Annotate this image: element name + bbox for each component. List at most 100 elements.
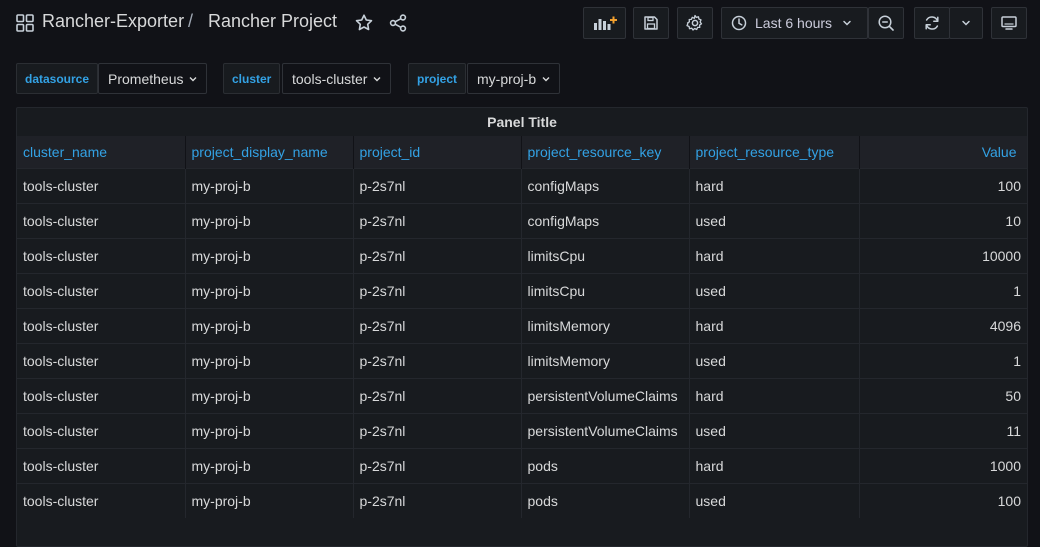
variable-value: Prometheus <box>108 70 184 87</box>
table-row: tools-cluster my-proj-b p-2s7nl limitsCpu us… <box>17 273 1027 309</box>
column-header-project-display-name[interactable]: project_display_name <box>185 136 354 169</box>
cell-project-id: p-2s7nl <box>353 413 522 449</box>
cell-project-id: p-2s7nl <box>353 203 522 239</box>
dashboard-settings-button[interactable] <box>677 7 713 39</box>
table-row: tools-cluster my-proj-b p-2s7nl limitsMemor… <box>17 343 1027 379</box>
cell-value: 1 <box>859 273 1027 309</box>
cell-project-id: p-2s7nl <box>353 378 522 414</box>
table-row: tools-cluster my-proj-b p-2s7nl persistentV… <box>17 413 1027 449</box>
variable-value: my-proj-b <box>477 70 537 87</box>
table-row: tools-cluster my-proj-b p-2s7nl configMaps u… <box>17 203 1027 239</box>
dashboard-navbar: Rancher-Exporter / Rancher Project Last … <box>0 0 1040 46</box>
table-row: tools-cluster my-proj-b p-2s7nl limitsMemor… <box>17 308 1027 344</box>
column-header-project-resource-key[interactable]: project_resource_key <box>521 136 690 169</box>
data-table: cluster_name project_display_name projec… <box>17 136 1027 518</box>
variable-select-project[interactable]: my-proj-b <box>467 63 561 94</box>
cell-project-display-name: my-proj-b <box>185 448 354 484</box>
table-row: tools-cluster my-proj-b p-2s7nl configMaps h… <box>17 168 1027 204</box>
time-range-picker[interactable]: Last 6 hours <box>721 7 868 39</box>
add-panel-button[interactable] <box>583 7 626 39</box>
zoom-out-button[interactable] <box>868 7 904 39</box>
refresh-button[interactable] <box>914 7 950 39</box>
breadcrumb-folder-link[interactable]: Rancher-Exporter <box>42 11 184 32</box>
cell-cluster-name: tools-cluster <box>17 448 186 484</box>
table-body: tools-cluster my-proj-b p-2s7nl configMaps h… <box>17 168 1027 518</box>
cell-project-resource-type: hard <box>689 308 860 344</box>
cell-project-display-name: my-proj-b <box>185 378 354 414</box>
share-icon[interactable] <box>388 13 408 33</box>
chevron-down-icon <box>542 76 550 81</box>
cell-project-resource-type: hard <box>689 168 860 204</box>
cell-project-resource-type: used <box>689 413 860 449</box>
chevron-down-icon <box>962 20 970 26</box>
table-row: tools-cluster my-proj-b p-2s7nl persistentV… <box>17 378 1027 414</box>
cell-project-resource-key: pods <box>521 483 690 518</box>
chevron-down-icon <box>189 76 197 81</box>
variable-label-datasource: datasource <box>16 63 99 94</box>
cell-project-id: p-2s7nl <box>353 273 522 309</box>
variable-select-cluster[interactable]: tools-cluster <box>282 63 392 94</box>
breadcrumb-separator: / <box>188 11 194 31</box>
cell-cluster-name: tools-cluster <box>17 413 186 449</box>
cell-cluster-name: tools-cluster <box>17 483 186 518</box>
cell-value: 10 <box>859 203 1027 239</box>
cell-project-id: p-2s7nl <box>353 448 522 484</box>
cell-project-resource-key: limitsMemory <box>521 308 690 344</box>
cell-cluster-name: tools-cluster <box>17 378 186 414</box>
save-dashboard-button[interactable] <box>633 7 669 39</box>
cell-value: 10000 <box>859 238 1027 274</box>
cell-project-resource-key: limitsCpu <box>521 238 690 274</box>
refresh-interval-dropdown[interactable] <box>949 7 983 39</box>
cell-cluster-name: tools-cluster <box>17 343 186 379</box>
cell-value: 100 <box>859 483 1027 518</box>
cell-project-resource-key: pods <box>521 448 690 484</box>
cell-project-id: p-2s7nl <box>353 308 522 344</box>
cell-project-display-name: my-proj-b <box>185 413 354 449</box>
column-header-value[interactable]: Value <box>859 136 1027 169</box>
cell-project-resource-type: hard <box>689 448 860 484</box>
cell-project-display-name: my-proj-b <box>185 308 354 344</box>
cell-cluster-name: tools-cluster <box>17 203 186 239</box>
cell-project-resource-key: configMaps <box>521 203 690 239</box>
tv-mode-icon <box>1001 16 1017 30</box>
table-row: tools-cluster my-proj-b p-2s7nl pods hard 100… <box>17 448 1027 484</box>
table-header-row: cluster_name project_display_name projec… <box>17 136 1027 169</box>
zoom-out-icon <box>878 15 894 31</box>
cell-project-resource-type: used <box>689 273 860 309</box>
cell-value: 50 <box>859 378 1027 414</box>
cell-value: 1 <box>859 343 1027 379</box>
star-icon[interactable] <box>354 13 374 33</box>
cell-project-display-name: my-proj-b <box>185 203 354 239</box>
panel-title[interactable]: Panel Title <box>17 108 1027 136</box>
cell-project-display-name: my-proj-b <box>185 343 354 379</box>
cell-project-resource-type: hard <box>689 378 860 414</box>
cell-project-id: p-2s7nl <box>353 483 522 518</box>
cell-value: 1000 <box>859 448 1027 484</box>
table-row: tools-cluster my-proj-b p-2s7nl limitsCpu ha… <box>17 238 1027 274</box>
cell-project-display-name: my-proj-b <box>185 483 354 518</box>
refresh-icon <box>925 16 939 30</box>
cell-project-display-name: my-proj-b <box>185 238 354 274</box>
cell-project-resource-key: persistentVolumeClaims <box>521 378 690 414</box>
cell-value: 100 <box>859 168 1027 204</box>
variable-value: tools-cluster <box>292 70 368 87</box>
gear-icon <box>686 14 703 31</box>
cell-project-resource-key: configMaps <box>521 168 690 204</box>
dashboard-title[interactable]: Rancher Project <box>208 11 337 32</box>
chevron-down-icon <box>373 76 381 81</box>
cell-project-resource-key: limitsMemory <box>521 343 690 379</box>
tv-mode-button[interactable] <box>991 7 1027 39</box>
cell-project-resource-type: used <box>689 343 860 379</box>
cell-value: 4096 <box>859 308 1027 344</box>
apps-grid-icon[interactable] <box>16 14 34 32</box>
cell-cluster-name: tools-cluster <box>17 273 186 309</box>
cell-project-resource-key: persistentVolumeClaims <box>521 413 690 449</box>
cell-project-id: p-2s7nl <box>353 168 522 204</box>
column-header-project-resource-type[interactable]: project_resource_type <box>689 136 860 169</box>
cell-project-display-name: my-proj-b <box>185 273 354 309</box>
variable-select-datasource[interactable]: Prometheus <box>98 63 208 94</box>
cell-project-resource-type: used <box>689 483 860 518</box>
column-header-cluster-name[interactable]: cluster_name <box>17 136 186 169</box>
cell-project-display-name: my-proj-b <box>185 168 354 204</box>
column-header-project-id[interactable]: project_id <box>353 136 522 169</box>
